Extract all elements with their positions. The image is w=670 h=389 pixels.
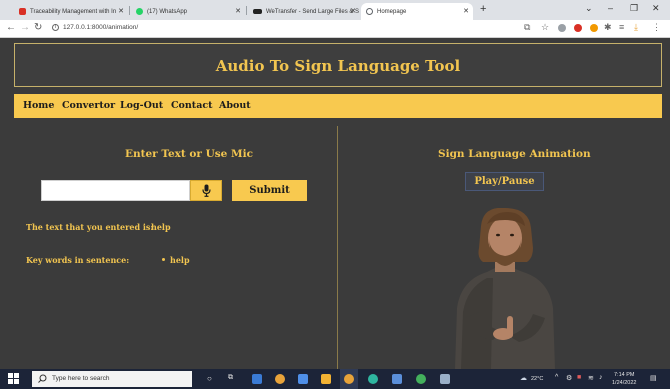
tab-separator: [129, 6, 130, 15]
extension-orange-icon[interactable]: [590, 24, 598, 32]
extension-red-icon[interactable]: [574, 24, 582, 32]
extension-icon[interactable]: [558, 24, 566, 32]
tab-separator: [246, 6, 247, 15]
keyword-item: help: [170, 255, 190, 265]
taskbar-search-input[interactable]: Type here to search: [32, 371, 192, 387]
microphone-icon: [201, 184, 211, 197]
app-icon-2[interactable]: [275, 374, 285, 384]
chrome-icon[interactable]: [344, 374, 354, 384]
signer-avatar: [455, 207, 555, 369]
task-view-icon[interactable]: ⧉: [228, 374, 233, 382]
keywords-label: Key words in sentence:: [26, 255, 130, 265]
tab-label: (17) WhatsApp: [147, 8, 188, 15]
browser-tab-2[interactable]: WeTransfer - Send Large Files & S ✕: [248, 3, 360, 20]
extensions-puzzle-icon[interactable]: ✱: [604, 22, 612, 33]
page-title: Audio To Sign Language Tool: [215, 57, 461, 75]
entered-text-value: help: [151, 222, 171, 232]
nav-convertor[interactable]: Convertor: [62, 100, 115, 111]
clock-time: 7:14 PM: [614, 372, 635, 378]
nav-logout[interactable]: Log-Out: [120, 100, 163, 111]
bullet-icon: [162, 258, 165, 261]
reload-icon[interactable]: ↻: [34, 22, 42, 33]
page: Audio To Sign Language Tool Home Convert…: [0, 38, 670, 369]
cortana-icon[interactable]: ○: [207, 374, 212, 383]
nav-contact[interactable]: Contact: [171, 100, 213, 111]
youtube-favicon-icon: [19, 8, 26, 15]
weather-icon[interactable]: ☁: [520, 374, 527, 382]
address-bar: ← → ↻ i 127.0.0.1:8000/animation/ ⧉ ☆ ✱ ≡…: [0, 20, 670, 38]
close-tab-icon[interactable]: ✕: [235, 7, 241, 15]
sign-animation-video[interactable]: [447, 207, 562, 369]
url-field[interactable]: i 127.0.0.1:8000/animation/: [52, 24, 138, 31]
clock-date: 1/24/2022: [612, 380, 637, 386]
taskbar: Type here to search ○ ⧉ ☁ 22°C ^ ⚙ ■ ≋ ♪…: [0, 369, 670, 389]
notifications-icon[interactable]: ▤: [650, 374, 657, 382]
tray-red-icon[interactable]: ■: [577, 374, 581, 381]
browser-tab-3[interactable]: Homepage ✕: [361, 3, 473, 20]
close-window-icon[interactable]: ✕: [652, 3, 660, 14]
tab-label: Traceability Management with In: [30, 8, 117, 15]
left-panel-title: Enter Text or Use Mic: [125, 148, 254, 160]
text-input[interactable]: [41, 180, 190, 201]
back-icon[interactable]: ←: [6, 22, 16, 33]
forward-icon[interactable]: →: [20, 22, 30, 33]
browser-tab-1[interactable]: (17) WhatsApp ✕: [131, 3, 245, 20]
store-icon[interactable]: [298, 374, 308, 384]
share-icon[interactable]: ⧉: [524, 22, 530, 33]
wifi-icon[interactable]: ≋: [588, 374, 594, 382]
tab-search-chevron-icon[interactable]: ⌄: [585, 3, 593, 14]
browser-tab-0[interactable]: Traceability Management with In ✕: [14, 3, 128, 20]
weather-temp: 22°C: [531, 376, 544, 382]
url-text: 127.0.0.1:8000/animation/: [63, 24, 139, 32]
reading-list-icon[interactable]: ≡: [619, 22, 624, 32]
search-placeholder: Type here to search: [52, 375, 110, 382]
close-tab-icon[interactable]: ✕: [463, 7, 469, 15]
restore-icon[interactable]: ❐: [630, 3, 638, 14]
play-pause-button[interactable]: Play/Pause: [465, 172, 544, 191]
nav-home[interactable]: Home: [23, 100, 54, 111]
search-icon: [38, 374, 47, 383]
whatsapp-favicon-icon: [136, 8, 143, 15]
submit-button[interactable]: Submit: [232, 180, 307, 201]
app-icon-4[interactable]: [321, 374, 331, 384]
tray-app-icon[interactable]: ⚙: [566, 374, 572, 382]
close-tab-icon[interactable]: ✕: [350, 7, 356, 15]
tray-chevron-icon[interactable]: ^: [555, 374, 558, 381]
globe-favicon-icon: [366, 8, 373, 15]
minimize-icon[interactable]: –: [608, 3, 613, 13]
app-icon-9[interactable]: [440, 374, 450, 384]
tab-label: WeTransfer - Send Large Files & S: [266, 8, 360, 15]
entered-text-label: The text that you entered is:: [26, 222, 154, 232]
app-icon-1[interactable]: [252, 374, 262, 384]
site-info-icon[interactable]: i: [52, 24, 59, 31]
app-icon-7[interactable]: [392, 374, 402, 384]
right-panel-title: Sign Language Animation: [438, 148, 591, 160]
header: Audio To Sign Language Tool: [14, 43, 662, 87]
browser-tab-strip: Traceability Management with In ✕ (17) W…: [0, 0, 670, 20]
new-tab-icon[interactable]: +: [480, 3, 486, 15]
app-icon-8[interactable]: [416, 374, 426, 384]
edge-icon[interactable]: [368, 374, 378, 384]
panel-divider: [337, 126, 338, 369]
mic-button[interactable]: [190, 180, 222, 201]
windows-start-icon[interactable]: [8, 373, 19, 384]
bookmark-star-icon[interactable]: ☆: [541, 22, 549, 33]
volume-icon[interactable]: ♪: [599, 374, 603, 381]
menu-icon[interactable]: ⋮: [652, 22, 661, 33]
download-icon[interactable]: ⤓: [634, 22, 638, 33]
wetransfer-favicon-icon: [253, 9, 262, 14]
nav-about[interactable]: About: [219, 100, 251, 111]
tab-label: Homepage: [377, 8, 407, 15]
close-tab-icon[interactable]: ✕: [118, 7, 124, 15]
navbar: Home Convertor Log-Out Contact About: [14, 94, 662, 118]
